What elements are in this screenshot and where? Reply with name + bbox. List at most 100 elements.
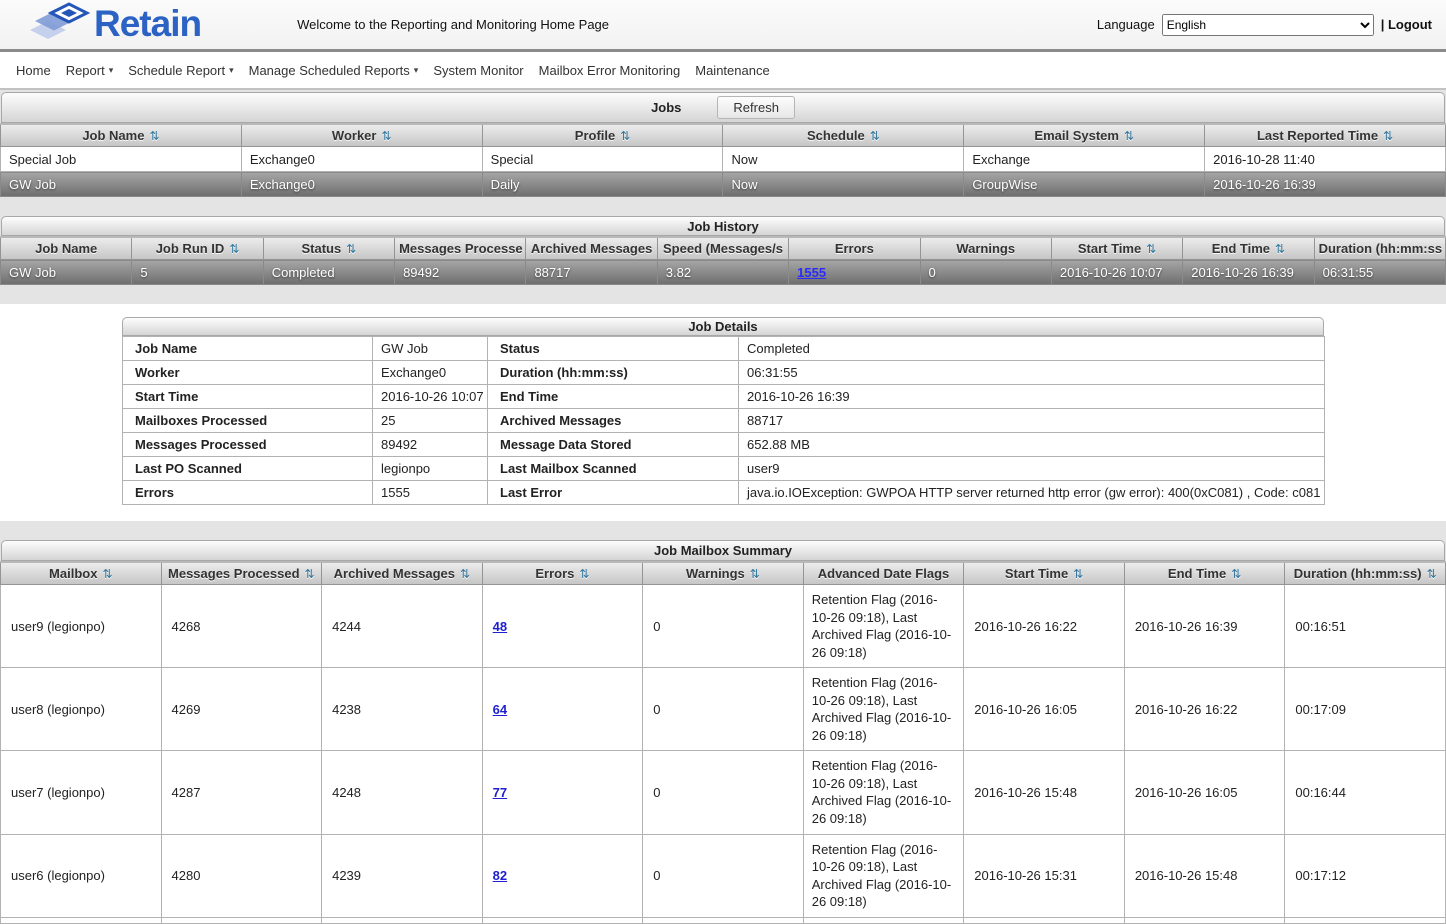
language-area: Language English | Logout <box>1097 14 1432 36</box>
detail-label: Start Time <box>123 385 373 409</box>
jms-col-end-time[interactable]: End Time⇅ <box>1124 562 1285 585</box>
jobs-col-email-system[interactable]: Email System⇅ <box>964 124 1205 147</box>
detail-label: End Time <box>488 385 739 409</box>
jh-col-status[interactable]: Status⇅ <box>263 237 394 260</box>
sort-icon: ⇅ <box>102 567 112 581</box>
errors-count-link[interactable]: 82 <box>493 868 507 883</box>
detail-label: Messages Processed <box>123 433 373 457</box>
chevron-down-icon: ▾ <box>109 65 114 76</box>
cell-warnings: 0 <box>643 751 804 834</box>
section-gap <box>0 285 1446 304</box>
detail-value: 1555 <box>373 481 488 505</box>
jms-col-start-time[interactable]: Start Time⇅ <box>964 562 1125 585</box>
nav-item-schedule-report[interactable]: Schedule Report▾ <box>128 63 233 78</box>
sort-icon: ⇅ <box>381 129 391 143</box>
sort-icon: ⇅ <box>346 242 356 256</box>
mailbox-row: user8 (legionpo) 4269 4238 64 0 Retentio… <box>1 668 1446 751</box>
logout-link[interactable]: | Logout <box>1381 17 1432 32</box>
table-row: Worker Exchange0 Duration (hh:mm:ss) 06:… <box>123 361 1325 385</box>
jobs-caption-label: Jobs <box>651 100 681 115</box>
cell-job-name: Special Job <box>1 147 242 172</box>
jh-col-speed: Speed (Messages/s <box>657 237 788 260</box>
nav-item-maintenance[interactable]: Maintenance <box>695 63 769 78</box>
jobs-col-worker[interactable]: Worker⇅ <box>241 124 482 147</box>
nav-item-report[interactable]: Report▾ <box>66 63 114 78</box>
cell-advanced-date-flags: Retention Flag (2016-10-26 09:18), Last … <box>803 585 964 668</box>
sort-icon: ⇅ <box>1427 567 1437 581</box>
detail-label: Last Mailbox Scanned <box>488 457 739 481</box>
jms-col-archived-messages[interactable]: Archived Messages⇅ <box>322 562 483 585</box>
cell-job-name: GW Job <box>1 172 242 197</box>
job-history-row-selected[interactable]: GW Job 5 Completed 89492 88717 3.82 1555… <box>1 260 1446 285</box>
section-gap <box>0 521 1446 540</box>
cell-duration: 00:17:12 <box>1285 834 1446 917</box>
detail-value: user9 <box>739 457 1325 481</box>
cell-last-reported-time: 2016-10-28 11:40 <box>1205 147 1446 172</box>
jms-col-advanced-date-flags: Advanced Date Flags <box>803 562 964 585</box>
cell-errors: 48 <box>482 585 643 668</box>
nav-item-mailbox-error-monitoring[interactable]: Mailbox Error Monitoring <box>539 63 681 78</box>
section-gap <box>0 197 1446 216</box>
job-details-section: Job Details Job Name GW Job Status Compl… <box>0 304 1446 521</box>
cell-archived-messages: 88717 <box>526 260 657 285</box>
mailbox-row: user6 (legionpo) 4280 4239 82 0 Retentio… <box>1 834 1446 917</box>
jobs-col-job-name[interactable]: Job Name⇅ <box>1 124 242 147</box>
table-row: Errors 1555 Last Error java.io.IOExcepti… <box>123 481 1325 505</box>
jms-col-duration[interactable]: Duration (hh:mm:ss)⇅ <box>1285 562 1446 585</box>
nav-item-manage-scheduled-reports[interactable]: Manage Scheduled Reports▾ <box>249 63 419 78</box>
cell-job-run-id: 5 <box>132 260 263 285</box>
errors-count-link[interactable]: 48 <box>493 619 507 634</box>
chevron-down-icon: ▾ <box>414 65 419 76</box>
nav-item-home[interactable]: Home <box>16 63 51 78</box>
welcome-text: Welcome to the Reporting and Monitoring … <box>297 17 609 32</box>
cell-end-time: 2016-10-26 16:39 <box>1124 585 1285 668</box>
job-history-caption: Job History <box>1 216 1445 236</box>
detail-value: legionpo <box>373 457 488 481</box>
errors-count-link[interactable]: 64 <box>493 702 507 717</box>
job-history-caption-label: Job History <box>687 219 759 234</box>
language-select[interactable]: English <box>1162 14 1374 36</box>
jh-col-end-time[interactable]: End Time⇅ <box>1183 237 1314 260</box>
jobs-col-schedule[interactable]: Schedule⇅ <box>723 124 964 147</box>
jobs-row-selected[interactable]: GW Job Exchange0 Daily Now GroupWise 201… <box>1 172 1446 197</box>
jobs-col-profile[interactable]: Profile⇅ <box>482 124 723 147</box>
detail-value: 06:31:55 <box>739 361 1325 385</box>
job-mailbox-summary-caption: Job Mailbox Summary <box>1 540 1445 561</box>
jms-col-mailbox[interactable]: Mailbox⇅ <box>1 562 162 585</box>
detail-label: Last Error <box>488 481 739 505</box>
cell-end-time: 2016-10-26 16:05 <box>1124 751 1285 834</box>
nav-item-system-monitor[interactable]: System Monitor <box>433 63 523 78</box>
cell-messages-processed: 4287 <box>161 751 322 834</box>
refresh-button[interactable]: Refresh <box>717 96 795 119</box>
cell-start-time: 2016-10-26 15:48 <box>964 751 1125 834</box>
mailbox-row: user7 (legionpo) 4287 4248 77 0 Retentio… <box>1 751 1446 834</box>
chevron-down-icon: ▾ <box>229 65 234 76</box>
cell-errors: 82 <box>482 834 643 917</box>
cell-mailbox: user7 (legionpo) <box>1 751 162 834</box>
jms-col-warnings[interactable]: Warnings⇅ <box>643 562 804 585</box>
cell-advanced-date-flags: Retention Flag (2016-10-26 09:18), Last … <box>803 668 964 751</box>
jh-col-start-time[interactable]: Start Time⇅ <box>1051 237 1182 260</box>
cell-archived-messages: 4248 <box>322 751 483 834</box>
jms-col-messages-processed[interactable]: Messages Processed⇅ <box>161 562 322 585</box>
jobs-row[interactable]: Special Job Exchange0 Special Now Exchan… <box>1 147 1446 172</box>
cell-messages-processed: 4269 <box>161 668 322 751</box>
job-details-caption-label: Job Details <box>688 319 757 334</box>
cell-end-time: 2016-10-26 16:22 <box>1124 668 1285 751</box>
sort-icon: ⇅ <box>305 567 315 581</box>
cell-worker: Exchange0 <box>241 147 482 172</box>
sort-icon: ⇅ <box>1275 242 1285 256</box>
jms-col-errors[interactable]: Errors⇅ <box>482 562 643 585</box>
cell-last-reported-time: 2016-10-26 16:39 <box>1205 172 1446 197</box>
cell-start-time: 2016-10-26 16:05 <box>964 668 1125 751</box>
cell-worker: Exchange0 <box>241 172 482 197</box>
sort-icon: ⇅ <box>1124 129 1134 143</box>
errors-count-link[interactable]: 1555 <box>797 265 826 280</box>
cell-errors: 77 <box>482 751 643 834</box>
jh-col-job-run-id[interactable]: Job Run ID⇅ <box>132 237 263 260</box>
errors-count-link[interactable]: 77 <box>493 785 507 800</box>
sort-icon: ⇅ <box>149 129 159 143</box>
cell-messages-processed: 4268 <box>161 585 322 668</box>
detail-label: Duration (hh:mm:ss) <box>488 361 739 385</box>
jobs-col-last-reported-time[interactable]: Last Reported Time⇅ <box>1205 124 1446 147</box>
